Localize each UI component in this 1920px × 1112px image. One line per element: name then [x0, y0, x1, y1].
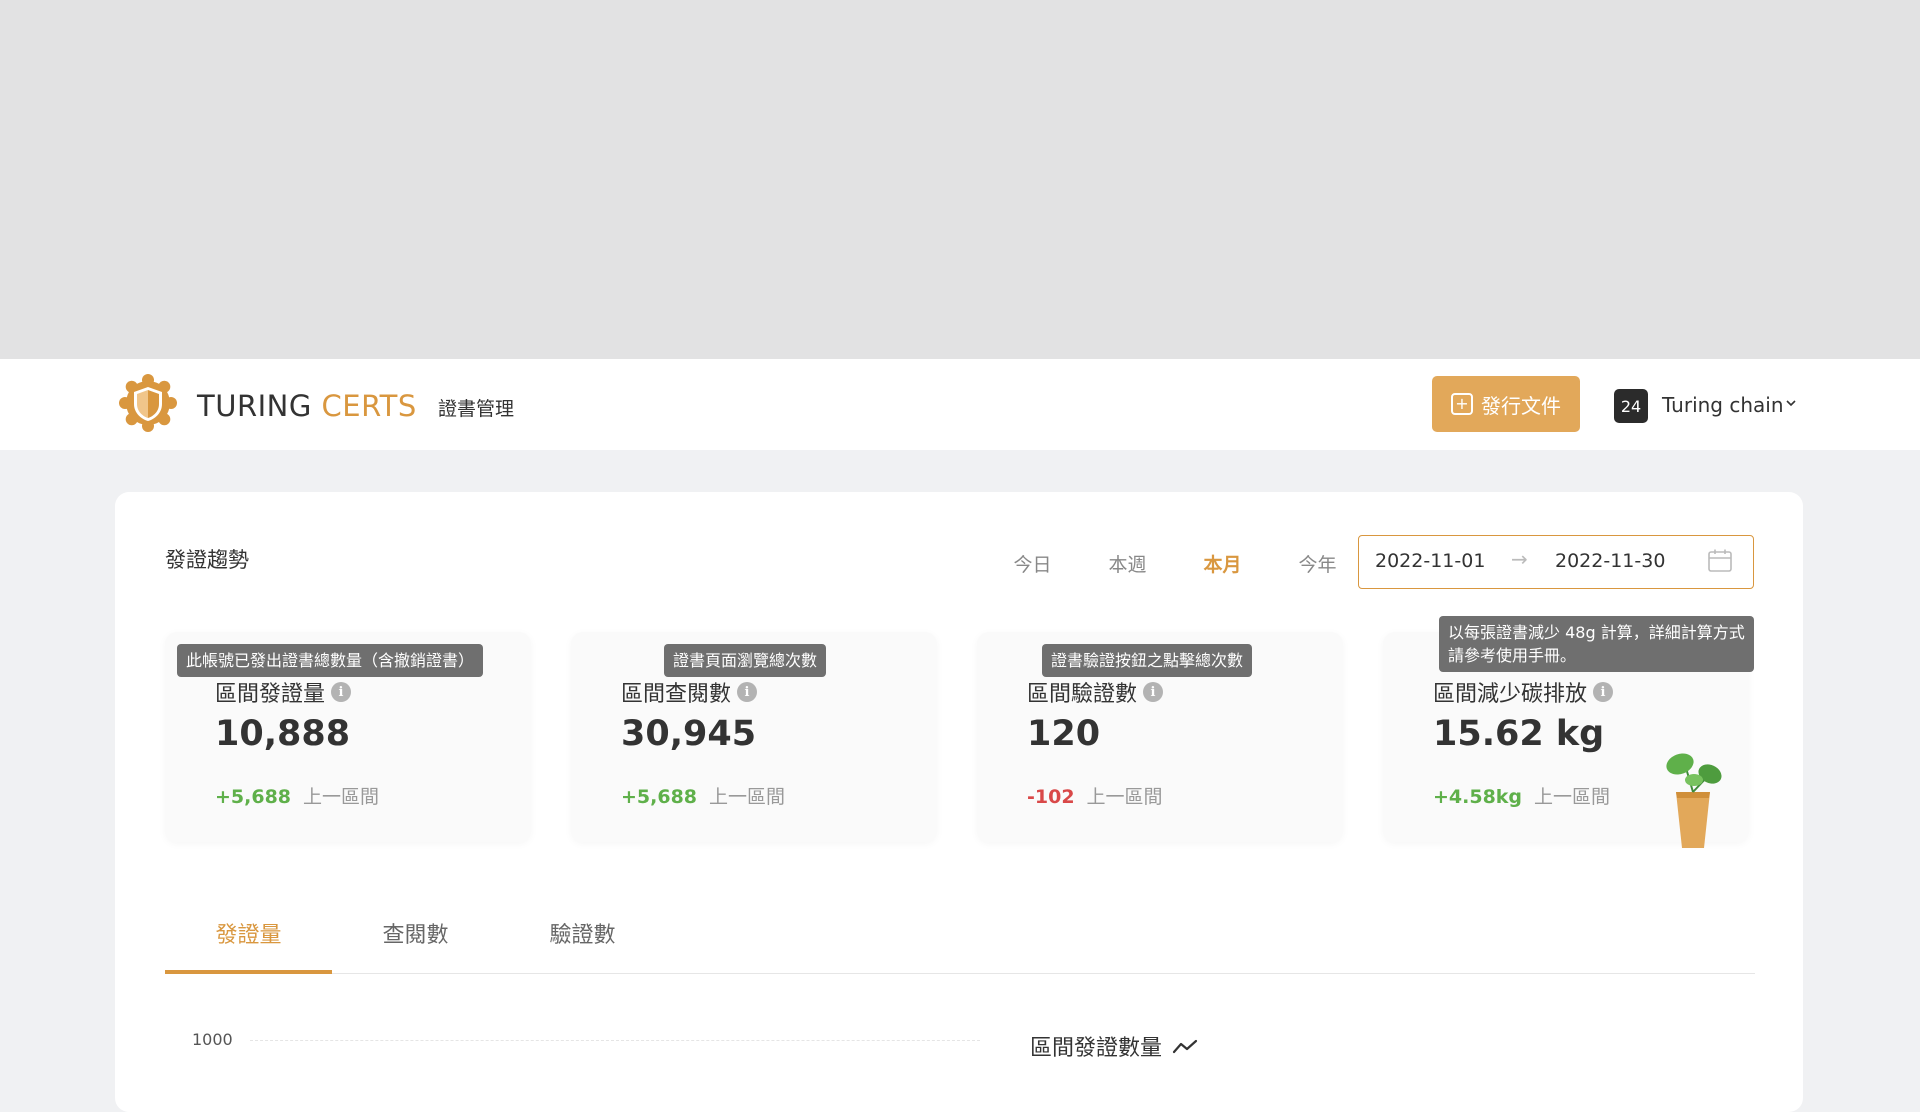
- stat-card-prev-label: 上一區間: [303, 786, 380, 808]
- date-range-picker[interactable]: 2022-11-01 → 2022-11-30: [1358, 535, 1754, 589]
- turing-certs-logo-icon[interactable]: [118, 373, 178, 433]
- stat-card-label: 區間減少碳排放 i: [1433, 676, 1614, 708]
- stat-card-value: 30,945: [621, 714, 757, 754]
- stat-card-delta-value: +5,688: [215, 786, 292, 808]
- user-badge[interactable]: 24: [1614, 389, 1648, 423]
- stat-card-prev-label: 上一區間: [1534, 786, 1611, 808]
- stat-card-delta: +5,688 上一區間: [215, 782, 379, 809]
- stat-card-delta: +5,688 上一區間: [621, 782, 785, 809]
- tooltip-carbon-line1: 以每張證書減少 48g 計算，詳細計算方式: [1448, 623, 1745, 642]
- brand-name-part2: CERTS: [321, 389, 417, 423]
- stat-card-label: 區間查閱數 i: [621, 676, 758, 708]
- calendar-icon[interactable]: [1707, 548, 1733, 574]
- tooltip-carbon: 以每張證書減少 48g 計算，詳細計算方式 請參考使用手冊。: [1439, 616, 1754, 673]
- stat-card-value: 15.62 kg: [1433, 714, 1605, 754]
- issue-document-button[interactable]: + 發行文件: [1432, 376, 1580, 432]
- chart-title-text: 區間發證數量: [1030, 1036, 1163, 1061]
- plus-square-icon: +: [1451, 393, 1473, 415]
- trend-line-icon: [1172, 1039, 1198, 1054]
- stat-card-views: 區間查閱數 i 30,945 +5,688 上一區間 證書頁面瀏覽總次數: [571, 632, 937, 842]
- stat-card-label: 區間驗證數 i: [1027, 676, 1164, 708]
- chart-title: 區間發證數量: [1030, 1030, 1198, 1062]
- date-end-field[interactable]: 2022-11-30: [1555, 550, 1665, 572]
- tab-views[interactable]: 查閱數: [332, 912, 499, 974]
- brand-name[interactable]: TURING CERTS: [197, 389, 417, 423]
- stat-card-label-text: 區間減少碳排放: [1433, 682, 1588, 707]
- potted-plant-icon: [1666, 753, 1722, 848]
- brand-name-part1: TURING: [197, 389, 312, 423]
- range-tab-today[interactable]: 今日: [985, 550, 1080, 577]
- nav-certificate-management[interactable]: 證書管理: [438, 394, 514, 421]
- tab-issued[interactable]: 發證量: [165, 912, 332, 974]
- user-name[interactable]: Turing chain: [1662, 393, 1784, 417]
- stat-card-delta-value: +4.58kg: [1433, 786, 1523, 808]
- stat-card-delta-value: -102: [1027, 786, 1075, 808]
- tooltip-views: 證書頁面瀏覽總次數: [664, 644, 827, 678]
- range-tabs: 今日 本週 本月 今年: [985, 550, 1365, 577]
- range-tab-this-year[interactable]: 今年: [1270, 550, 1365, 577]
- tooltip-verifications: 證書驗證按鈕之點擊總次數: [1042, 644, 1253, 678]
- section-title: 發證趨勢: [165, 548, 249, 572]
- stat-card-delta-value: +5,688: [621, 786, 698, 808]
- stat-card-label: 區間發證量 i: [215, 676, 352, 708]
- tooltip-issued: 此帳號已發出證書總數量（含撤銷證書）: [177, 644, 484, 678]
- info-icon[interactable]: i: [737, 682, 758, 702]
- stat-card-verifications: 區間驗證數 i 120 -102 上一區間 證書驗證按鈕之點擊總次數: [977, 632, 1343, 842]
- info-icon[interactable]: i: [331, 682, 352, 702]
- stat-card-label-text: 區間查閱數: [621, 682, 732, 707]
- stat-card-value: 120: [1027, 714, 1101, 754]
- chart-gridline: [250, 1040, 980, 1041]
- stat-card-label-text: 區間驗證數: [1027, 682, 1138, 707]
- range-tab-this-month[interactable]: 本月: [1175, 550, 1270, 577]
- range-tab-this-week[interactable]: 本週: [1080, 550, 1175, 577]
- blank-top-area: [0, 0, 1920, 359]
- dashboard-panel: 發證趨勢 今日 本週 本月 今年 2022-11-01 → 2022-11-30…: [115, 492, 1803, 1112]
- stat-card-value: 10,888: [215, 714, 351, 754]
- stat-card-delta: +4.58kg 上一區間: [1433, 782, 1610, 809]
- date-range-arrow: →: [1511, 547, 1528, 571]
- info-icon[interactable]: i: [1143, 682, 1164, 702]
- metric-tabs: 發證量 查閱數 驗證數: [165, 912, 1755, 974]
- stat-card-issued: 區間發證量 i 10,888 +5,688 上一區間 此帳號已發出證書總數量（含撤…: [165, 632, 531, 842]
- stat-card-delta: -102 上一區間: [1027, 782, 1163, 809]
- info-icon[interactable]: i: [1593, 682, 1614, 702]
- stat-card-carbon: 區間減少碳排放 i 15.62 kg +4.58kg 上一區間 以每張證書減少 4…: [1383, 616, 1754, 848]
- chart-y-tick-label: 1000: [192, 1030, 233, 1049]
- top-navbar: TURING CERTS 證書管理 + 發行文件 24 Turing chain: [0, 359, 1920, 450]
- stat-card-label-text: 區間發證量: [215, 682, 326, 707]
- tab-verifications[interactable]: 驗證數: [499, 912, 666, 974]
- date-start-field[interactable]: 2022-11-01: [1375, 550, 1485, 572]
- tooltip-carbon-line2: 請參考使用手冊。: [1448, 646, 1577, 666]
- stat-card-prev-label: 上一區間: [709, 786, 786, 808]
- issue-document-label: 發行文件: [1481, 393, 1561, 418]
- stat-card-prev-label: 上一區間: [1086, 786, 1163, 808]
- chevron-down-icon[interactable]: [1784, 396, 1798, 410]
